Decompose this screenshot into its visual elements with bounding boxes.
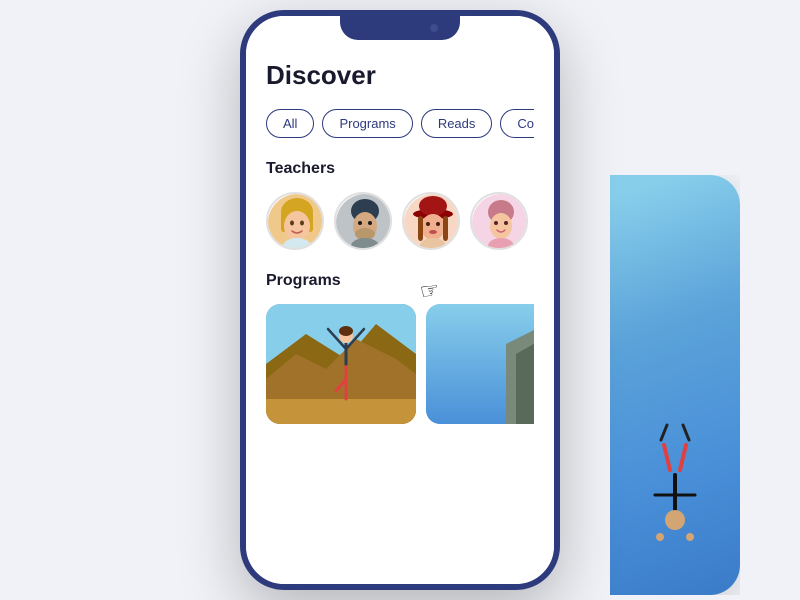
phone-screen: Discover All Programs Reads Connections …	[246, 16, 554, 584]
scene: Discover All Programs Reads Connections …	[0, 0, 800, 600]
second-card-image	[540, 175, 740, 595]
screen-content: Discover All Programs Reads Connections …	[246, 44, 554, 424]
tab-all[interactable]: All	[266, 109, 314, 138]
teacher-avatar-3[interactable]	[402, 192, 460, 250]
teacher-avatar-2[interactable]	[334, 192, 392, 250]
phone-frame: Discover All Programs Reads Connections …	[240, 10, 560, 590]
acrobat-figure	[630, 415, 720, 575]
teacher-avatar-4[interactable]	[470, 192, 528, 250]
page-title: Discover	[266, 60, 534, 91]
teachers-row	[266, 192, 534, 250]
tab-connections[interactable]: Connections	[500, 109, 534, 138]
teachers-section-title: Teachers	[266, 160, 534, 178]
program-card-1[interactable]	[266, 304, 416, 424]
filter-tabs-container: All Programs Reads Connections	[266, 109, 534, 138]
teacher-avatar-1[interactable]	[266, 192, 324, 250]
tab-reads[interactable]: Reads	[421, 109, 493, 138]
programs-row	[266, 304, 534, 424]
second-card-peek	[540, 175, 740, 595]
tab-programs[interactable]: Programs	[322, 109, 412, 138]
programs-section-title: Programs	[266, 272, 534, 290]
phone-camera	[430, 24, 438, 32]
program-card-2[interactable]	[426, 304, 534, 424]
phone-notch	[340, 16, 460, 40]
